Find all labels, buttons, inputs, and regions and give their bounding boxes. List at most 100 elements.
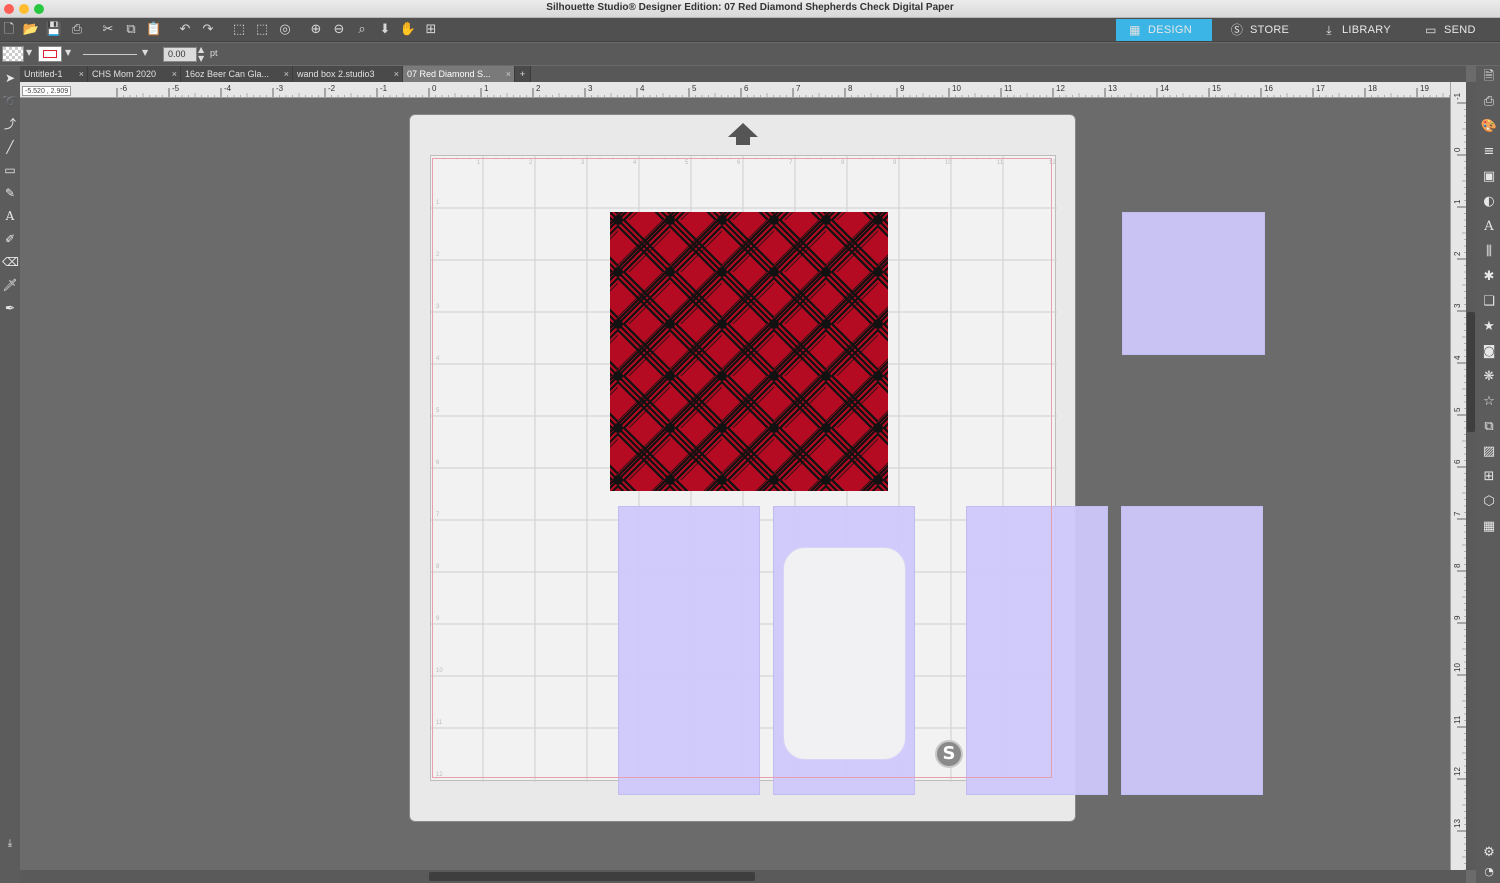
add-tab-button[interactable]: + bbox=[515, 66, 531, 82]
select-by-color-icon[interactable]: ◎ bbox=[276, 21, 294, 39]
tab-design[interactable]: ▦ DESIGN bbox=[1116, 19, 1212, 41]
tab-library[interactable]: ⤓ LIBRARY bbox=[1310, 19, 1406, 41]
pattern-icon[interactable]: ▨ bbox=[1480, 443, 1498, 461]
vertical-scroll-thumb[interactable] bbox=[1467, 312, 1475, 432]
copy-icon[interactable]: ⧉ bbox=[122, 21, 140, 39]
zoom-in-icon[interactable]: ⊕ bbox=[307, 21, 325, 39]
line-color-swatch[interactable] bbox=[38, 46, 62, 62]
ruler-label: 5 bbox=[1453, 407, 1462, 412]
align-icon[interactable]: ⫼ bbox=[1480, 243, 1498, 261]
open-folder-icon[interactable]: 📂 bbox=[22, 21, 40, 39]
doc-tab-red-diamond[interactable]: 07 Red Diamond S... × bbox=[403, 66, 515, 82]
undo-icon[interactable]: ↶ bbox=[176, 21, 194, 39]
eraser-icon[interactable]: ⌫ bbox=[2, 254, 19, 270]
ruler-label: 11 bbox=[1453, 715, 1462, 724]
doc-tab-untitled[interactable]: Untitled-1 × bbox=[20, 66, 88, 82]
new-document-icon[interactable]: 🗋 bbox=[0, 21, 18, 39]
replicate-icon[interactable]: ❏ bbox=[1480, 293, 1498, 311]
hand-pan-icon[interactable]: ✋ bbox=[399, 21, 417, 39]
line-style-dropdown-icon: ▼ bbox=[142, 48, 149, 57]
fill-swatch[interactable] bbox=[2, 46, 24, 62]
ruler-label: 7 bbox=[796, 84, 801, 93]
horizontal-scrollbar[interactable] bbox=[20, 870, 1466, 883]
close-tab-icon[interactable]: × bbox=[506, 66, 511, 82]
tab-send[interactable]: ▭ SEND bbox=[1412, 19, 1500, 41]
select-all-icon[interactable]: ⬚ bbox=[230, 21, 248, 39]
select-arrow-icon[interactable]: ➤ bbox=[2, 70, 18, 86]
line-style-select[interactable]: ▼ bbox=[80, 46, 150, 62]
red-plaid-pattern-square[interactable] bbox=[610, 212, 888, 491]
ruler-label: 8 bbox=[1453, 563, 1462, 568]
nesting-icon[interactable]: ⊞ bbox=[1480, 468, 1498, 486]
point-edit-icon[interactable]: ⤴ bbox=[2, 116, 18, 132]
page-setup-icon[interactable]: 🗎 bbox=[1480, 68, 1498, 86]
knife-icon[interactable]: 🗡 bbox=[2, 277, 18, 293]
print-icon[interactable]: ⎙ bbox=[68, 21, 86, 39]
offset-icon[interactable]: ◙ bbox=[1480, 343, 1498, 361]
cut-icon[interactable]: ✂ bbox=[99, 21, 117, 39]
close-tab-icon[interactable]: × bbox=[172, 66, 177, 82]
settings-gear-icon[interactable]: ⚙ bbox=[1480, 844, 1498, 862]
pan-down-icon[interactable]: ⬇ bbox=[376, 21, 394, 39]
purple-window-panel[interactable] bbox=[773, 506, 915, 795]
close-tab-icon[interactable]: × bbox=[394, 66, 399, 82]
rectangle-tool-icon[interactable]: ▭ bbox=[2, 162, 18, 178]
line-color-dropdown-icon[interactable]: ▼ bbox=[65, 48, 71, 57]
transparency-icon[interactable]: ◐ bbox=[1480, 193, 1498, 211]
main-toolbar: 🗋 📂 💾 ⎙ ✂ ⧉ 📋 ↶ ↷ ⬚ ⬚ ◎ ⊕ ⊖ ⌕ ⬇ ✋ ⊞ ▦ DE… bbox=[0, 18, 1500, 42]
deselect-icon[interactable]: ⬚ bbox=[253, 21, 271, 39]
ruler-label: 12 bbox=[1056, 84, 1065, 93]
line-style-icon[interactable]: ≡ bbox=[1480, 143, 1498, 161]
horizontal-scroll-thumb[interactable] bbox=[429, 872, 755, 881]
tab-library-label: LIBRARY bbox=[1342, 24, 1391, 36]
ruler-label: 16 bbox=[1264, 84, 1273, 93]
modify-icon[interactable]: ★ bbox=[1480, 318, 1498, 336]
doc-tab-beer-can[interactable]: 16oz Beer Can Gla... × bbox=[181, 66, 293, 82]
purple-square[interactable] bbox=[1122, 212, 1265, 355]
save-icon[interactable]: 💾 bbox=[45, 21, 63, 39]
line-tool-icon[interactable]: ╱ bbox=[2, 139, 18, 155]
text-style-icon[interactable]: A bbox=[1480, 218, 1498, 236]
layers-icon[interactable]: ⧉ bbox=[1480, 418, 1498, 436]
pencil-icon[interactable]: ✎ bbox=[2, 185, 18, 201]
send-panel-icon[interactable]: ⎙ bbox=[1480, 93, 1498, 111]
ruler-label: 2 bbox=[1453, 251, 1462, 256]
image-effects-icon[interactable]: ▣ bbox=[1480, 168, 1498, 186]
sketch-icon[interactable]: ✐ bbox=[2, 231, 18, 247]
line-weight-stepper-icon[interactable]: ▲ ▼ bbox=[198, 45, 204, 63]
horizontal-ruler-ticks: -6 -5 -4 -3 -2 -1 0 1 2 3 4 5 6 7 8 9 10 11 12 13 14 15 16 17 18… bbox=[116, 84, 1450, 97]
text-tool-icon[interactable]: A bbox=[2, 208, 18, 224]
vertical-scrollbar[interactable] bbox=[1466, 82, 1476, 870]
purple-panel-4[interactable] bbox=[1121, 506, 1263, 795]
paste-icon[interactable]: 📋 bbox=[145, 21, 163, 39]
vertical-ruler[interactable]: -1 0 1 2 3 4 5 6 7 8 9 10 11 12 13 bbox=[1450, 82, 1466, 883]
horizontal-ruler[interactable]: -6 -5 -4 -3 -2 -1 0 1 2 3 4 5 6 7 8 9 10 11 12 13 14 15 16 17 18… bbox=[20, 82, 1450, 98]
eyedropper-icon[interactable]: ✒ bbox=[2, 300, 18, 316]
fill-palette-icon[interactable]: 🎨 bbox=[1480, 118, 1498, 136]
transform-icon[interactable]: ✱ bbox=[1480, 268, 1498, 286]
tab-store[interactable]: Ⓢ STORE bbox=[1218, 19, 1306, 41]
doc-tab-wand-box[interactable]: wand box 2.studio3 × bbox=[293, 66, 403, 82]
grid-settings-icon[interactable]: ▦ bbox=[1480, 518, 1498, 536]
line-weight-input[interactable]: 0.00 bbox=[163, 47, 197, 62]
favorites-star-icon[interactable]: ☆ bbox=[1480, 393, 1498, 411]
vertical-ruler-ticks: -1012345678910111213 bbox=[1453, 92, 1466, 877]
close-tab-icon[interactable]: × bbox=[79, 66, 84, 82]
fill-dropdown-icon[interactable]: ▼ bbox=[26, 48, 32, 57]
close-tab-icon[interactable]: × bbox=[284, 66, 289, 82]
zoom-out-icon[interactable]: ⊖ bbox=[330, 21, 348, 39]
redo-icon[interactable]: ↷ bbox=[199, 21, 217, 39]
fit-page-icon[interactable]: ⊞ bbox=[422, 21, 440, 39]
purple-panel-3[interactable] bbox=[966, 506, 1108, 795]
lasso-icon[interactable]: ➰ bbox=[2, 93, 18, 109]
help-icon[interactable]: ◔ bbox=[1480, 863, 1498, 881]
trace-icon[interactable]: ❋ bbox=[1480, 368, 1498, 386]
ruler-label: -5 bbox=[172, 84, 180, 93]
purple-panel-1[interactable] bbox=[618, 506, 760, 795]
ruler-label: 10 bbox=[1453, 663, 1462, 672]
doc-tab-chs-mom[interactable]: CHS Mom 2020 × bbox=[88, 66, 181, 82]
weld-icon[interactable]: ⬡ bbox=[1480, 493, 1498, 511]
library-panel-toggle-icon[interactable]: ⤓ bbox=[2, 836, 18, 852]
ruler-label: 13 bbox=[1108, 84, 1117, 93]
zoom-fit-icon[interactable]: ⌕ bbox=[353, 21, 371, 39]
